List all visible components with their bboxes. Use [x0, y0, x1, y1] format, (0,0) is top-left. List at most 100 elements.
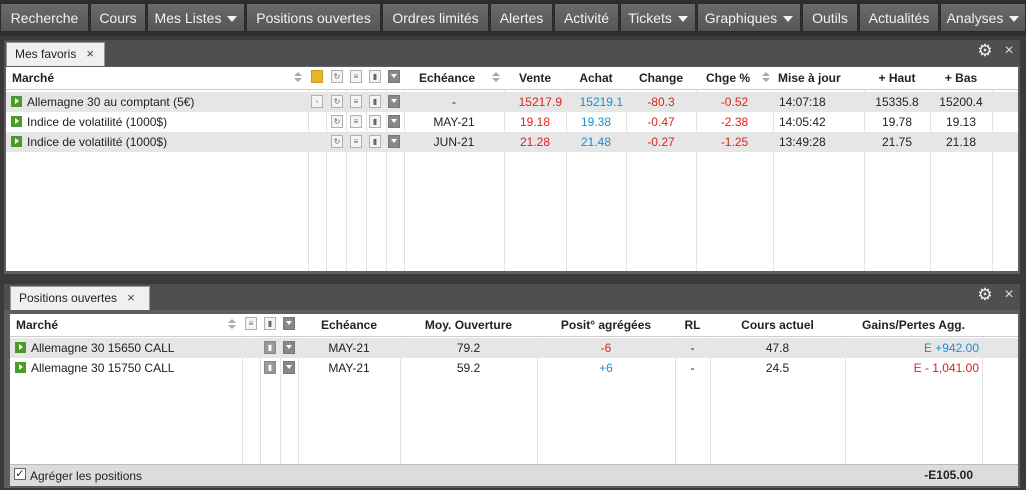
nav-cours[interactable]: Cours: [90, 3, 146, 32]
refresh-icon[interactable]: ↻: [331, 135, 343, 148]
nav-ordres-limites[interactable]: Ordres limités: [382, 3, 489, 32]
market-name[interactable]: Allemagne 30 au comptant (5€): [27, 92, 307, 112]
chart-icon[interactable]: ▮: [264, 361, 276, 374]
chart-icon[interactable]: ▮: [369, 115, 381, 128]
sort-icon[interactable]: [228, 319, 236, 331]
chart-icon[interactable]: ▮: [369, 135, 381, 148]
refresh-icon[interactable]: ↻: [331, 95, 343, 108]
rl-value: -: [690, 341, 695, 355]
table-row[interactable]: Allemagne 30 au comptant (5€) ◦ ↻ ≡ ▮ - …: [6, 92, 1018, 112]
dropdown-icon[interactable]: [283, 341, 295, 354]
buy-price[interactable]: 21.48: [566, 132, 626, 152]
chevron-down-icon: [677, 16, 688, 23]
table-row[interactable]: Allemagne 30 15750 CALL ▮ MAY-21 59.2 +6…: [10, 358, 1018, 378]
market-name[interactable]: Indice de volatilité (1000$): [27, 112, 307, 132]
gear-icon[interactable]: ⚙: [977, 42, 993, 59]
tab-mes-favoris[interactable]: Mes favoris ×: [6, 42, 105, 66]
play-icon[interactable]: [15, 342, 26, 353]
change-pct: -0.52: [720, 95, 749, 109]
nav-positions-ouvertes[interactable]: Positions ouvertes: [246, 3, 381, 32]
col-header-low[interactable]: + Bas: [930, 67, 992, 89]
aggregate-label[interactable]: Agréger les positions: [30, 466, 230, 486]
pnl-value: E +942.00: [923, 341, 979, 355]
col-header-buy[interactable]: Achat: [566, 67, 626, 89]
refresh-icon[interactable]: ↻: [331, 115, 343, 128]
nav-outils[interactable]: Outils: [802, 3, 858, 32]
sort-icon[interactable]: [492, 72, 500, 84]
nav-graphiques[interactable]: Graphiques: [697, 3, 801, 32]
sell-price[interactable]: 19.18: [504, 112, 566, 132]
low-value: 19.13: [945, 115, 977, 129]
nav-activite[interactable]: Activité: [554, 3, 619, 32]
col-header-current[interactable]: Cours actuel: [710, 314, 845, 336]
col-header-change[interactable]: Change: [626, 67, 696, 89]
low-value: 21.18: [945, 135, 977, 149]
market-name[interactable]: Indice de volatilité (1000$): [27, 132, 307, 152]
nav-analyses[interactable]: Analyses: [940, 3, 1026, 32]
nav-label: Cours: [99, 10, 137, 26]
col-header-rl[interactable]: RL: [675, 314, 710, 336]
col-header-expiry[interactable]: Echéance: [298, 314, 400, 336]
expiry: -: [452, 95, 456, 109]
market-name[interactable]: Allemagne 30 15650 CALL: [31, 338, 241, 358]
col-header-avg-open[interactable]: Moy. Ouverture: [400, 314, 537, 336]
aggregate-checkbox[interactable]: ✓: [14, 468, 26, 480]
nav-label: Alertes: [499, 10, 544, 26]
change-value: -80.3: [647, 95, 675, 109]
pnl-value: E - 1,041.00: [913, 361, 979, 375]
play-icon[interactable]: [11, 116, 22, 127]
document-icon[interactable]: ≡: [350, 135, 362, 148]
close-icon[interactable]: ×: [1002, 43, 1016, 59]
chart-icon[interactable]: ▮: [369, 95, 381, 108]
sort-icon[interactable]: [762, 72, 770, 84]
col-header-aggregated[interactable]: Posit° agrégées: [537, 314, 675, 336]
col-header-high[interactable]: + Haut: [864, 67, 930, 89]
tab-close-icon[interactable]: ×: [127, 290, 135, 305]
table-row[interactable]: Allemagne 30 15650 CALL ▮ MAY-21 79.2 -6…: [10, 338, 1018, 358]
nav-actualites[interactable]: Actualités: [859, 3, 939, 32]
document-icon[interactable]: ≡: [350, 95, 362, 108]
gear-icon[interactable]: ⚙: [977, 286, 993, 303]
high-value: 15335.8: [875, 95, 919, 109]
sell-price[interactable]: 21.28: [504, 132, 566, 152]
col-header-updated[interactable]: Mise à jour: [778, 67, 858, 89]
play-icon[interactable]: [11, 96, 22, 107]
play-icon[interactable]: [11, 136, 22, 147]
tab-label: Mes favoris: [15, 47, 77, 61]
chevron-down-icon: [227, 16, 238, 23]
table-row[interactable]: Indice de volatilité (1000$) ↻ ≡ ▮ JUN-2…: [6, 132, 1018, 152]
col-header-sell[interactable]: Vente: [504, 67, 566, 89]
buy-price[interactable]: 19.38: [566, 112, 626, 132]
close-icon[interactable]: ×: [1002, 287, 1016, 303]
col-header-market[interactable]: Marché: [16, 314, 216, 336]
low-value: 15200.4: [939, 95, 983, 109]
tab-close-icon[interactable]: ×: [86, 46, 94, 61]
tab-positions-ouvertes[interactable]: Positions ouvertes ×: [10, 286, 150, 310]
rl-value: -: [690, 361, 695, 375]
play-icon[interactable]: [15, 362, 26, 373]
col-header-expiry[interactable]: Echéance: [404, 67, 490, 89]
dropdown-icon[interactable]: [388, 115, 400, 128]
col-header-pnl[interactable]: Gains/Pertes Agg.: [845, 314, 982, 336]
table-row[interactable]: Indice de volatilité (1000$) ↻ ≡ ▮ MAY-2…: [6, 112, 1018, 132]
lightbulb-icon[interactable]: ◦: [311, 95, 323, 108]
dropdown-icon[interactable]: [283, 361, 295, 374]
col-header-change-pct[interactable]: Chge %: [706, 67, 762, 89]
sort-icon[interactable]: [294, 72, 302, 84]
nav-label: Analyses: [946, 10, 1004, 26]
nav-recherche[interactable]: Recherche: [0, 3, 89, 32]
dropdown-icon[interactable]: [388, 135, 400, 148]
document-icon[interactable]: ≡: [350, 115, 362, 128]
sell-price[interactable]: 15217.9: [504, 92, 562, 112]
nav-tickets[interactable]: Tickets: [620, 3, 696, 32]
tab-label: Positions ouvertes: [19, 291, 118, 305]
dropdown-icon[interactable]: [388, 95, 400, 108]
col-header-market[interactable]: Marché: [12, 67, 212, 89]
nav-mes-listes[interactable]: Mes Listes: [147, 3, 245, 32]
change-pct: -1.25: [720, 135, 749, 149]
nav-alertes[interactable]: Alertes: [490, 3, 553, 32]
change-pct: -2.38: [720, 115, 749, 129]
market-name[interactable]: Allemagne 30 15750 CALL: [31, 358, 241, 378]
chart-icon[interactable]: ▮: [264, 341, 276, 354]
buy-price[interactable]: 15219.1: [566, 92, 623, 112]
